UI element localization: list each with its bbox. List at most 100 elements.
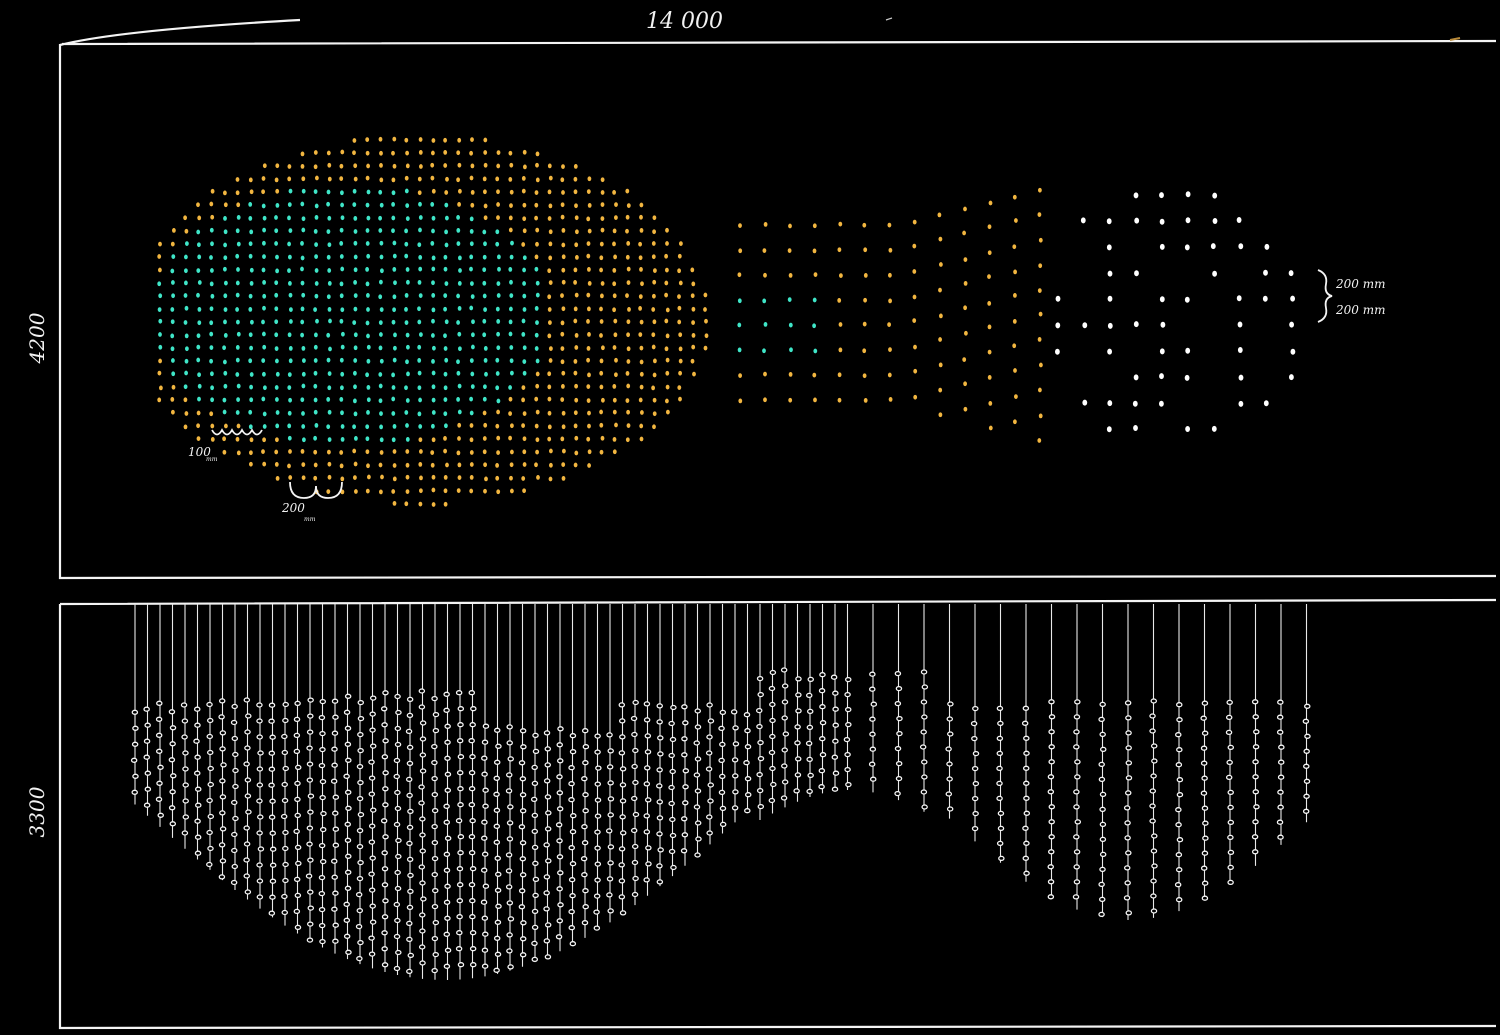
plan-dot [574, 435, 579, 441]
bead [155, 732, 163, 738]
bead [381, 866, 389, 872]
plan-dot [431, 359, 435, 364]
bead [669, 832, 677, 839]
bead [996, 765, 1003, 772]
plan-dot [302, 358, 306, 363]
plan-dot [575, 255, 579, 260]
bead [306, 729, 314, 735]
plan-dot [626, 241, 631, 246]
plan-dot [313, 383, 318, 389]
plan-dot [443, 385, 448, 391]
bead [194, 754, 201, 760]
plan-dot [223, 190, 227, 196]
bead [431, 839, 439, 846]
plan-dot [353, 398, 357, 404]
bead [469, 914, 476, 920]
plan-dot [547, 294, 552, 300]
plan-dot [261, 176, 266, 181]
bead [780, 667, 788, 673]
plan-dot [1210, 243, 1216, 250]
bead [1303, 748, 1310, 754]
spacing-unit-100: mm [206, 456, 218, 463]
bead [131, 709, 139, 715]
plan-dot [405, 203, 410, 208]
plan-dot [496, 281, 501, 286]
plan-dot [431, 397, 436, 403]
plan-dot [314, 215, 319, 220]
plan-dot [601, 397, 605, 403]
plan-dot [249, 372, 254, 377]
bead [594, 861, 602, 867]
plan-dot [639, 345, 644, 351]
plan-dot [639, 267, 643, 272]
plan-dot [184, 280, 188, 286]
plan-dot [184, 305, 189, 311]
plan-dot [339, 241, 344, 246]
plan-dot [626, 409, 630, 415]
plan-dot [535, 280, 540, 286]
plan-dot [1082, 399, 1088, 406]
plan-dot [522, 293, 527, 299]
bead [845, 676, 852, 683]
plan-dot [639, 202, 644, 208]
bead [444, 883, 451, 889]
plan-dot [586, 319, 590, 324]
plan-dot [547, 410, 552, 416]
bead [719, 805, 727, 812]
bead [257, 846, 265, 852]
bead [219, 858, 227, 864]
plan-dot [738, 398, 743, 404]
bead [518, 824, 526, 830]
plan-dot [534, 254, 539, 260]
plan-dot [404, 137, 409, 143]
bead [293, 716, 301, 723]
bead [1303, 763, 1310, 769]
bead [920, 699, 928, 705]
plan-height-label: 4200 [25, 312, 49, 364]
bead [1125, 850, 1132, 856]
bead [668, 752, 675, 759]
bead [631, 891, 639, 898]
plan-dot [586, 292, 591, 298]
bead [595, 765, 602, 771]
bead [493, 791, 500, 797]
plan-dot [391, 228, 395, 234]
plan-dot [262, 437, 266, 443]
bead [419, 720, 427, 726]
bead [493, 807, 501, 813]
plan-dot [404, 228, 408, 234]
plan-dot [788, 273, 793, 278]
bead [256, 894, 264, 900]
plan-dot [210, 293, 215, 299]
plan-dot [560, 293, 564, 298]
plan-dot [1160, 321, 1166, 328]
bead [418, 784, 425, 790]
plan-dot [262, 240, 266, 246]
plan-dot [184, 370, 189, 376]
bead [1150, 893, 1157, 899]
bead [395, 837, 402, 844]
plan-dot [392, 267, 397, 272]
bead [1252, 774, 1259, 780]
plan-dot [274, 215, 278, 220]
plan-dot [690, 267, 695, 273]
plan-dot [561, 242, 566, 248]
bead [1227, 864, 1234, 871]
bead [506, 836, 514, 842]
bead [268, 702, 276, 708]
bead [1125, 730, 1132, 736]
plan-dot [314, 203, 319, 209]
plan-dot [235, 372, 240, 377]
bead [1098, 881, 1105, 888]
plan-dot [431, 370, 436, 376]
plan-dot [1014, 218, 1018, 223]
bead [482, 931, 489, 937]
bead [869, 731, 876, 737]
plan-dot [288, 358, 293, 364]
bead [632, 779, 639, 786]
plan-dot [327, 162, 332, 168]
bead [781, 683, 789, 689]
bead [1200, 865, 1208, 871]
bead [519, 952, 527, 958]
plan-dot [274, 241, 278, 246]
